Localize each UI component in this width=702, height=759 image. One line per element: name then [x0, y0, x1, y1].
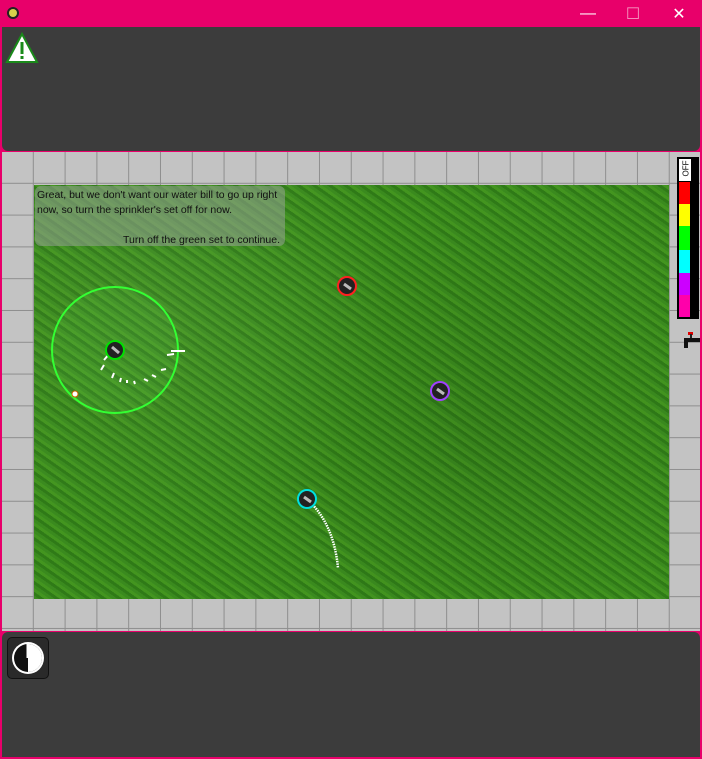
- top-panel: [2, 27, 700, 151]
- power-dial-icon: [12, 642, 44, 674]
- sprinkler-set-selector: OFF: [677, 157, 699, 319]
- faucet-icon[interactable]: [682, 330, 702, 350]
- yellow-set-swatch[interactable]: [679, 204, 690, 226]
- sprinkler-cyan[interactable]: [297, 489, 317, 509]
- sprinkler-purple[interactable]: [430, 381, 450, 401]
- warning-icon[interactable]: [5, 32, 39, 64]
- sprinkler-green[interactable]: [105, 340, 125, 360]
- power-button[interactable]: [7, 637, 49, 679]
- maximize-button[interactable]: ☐: [610, 0, 656, 27]
- bottom-panel: [2, 632, 700, 757]
- cyan-spray: [308, 500, 340, 569]
- tutorial-message: Great, but we don't want our water bill …: [35, 186, 285, 246]
- lawn: Great, but we don't want our water bill …: [34, 185, 669, 599]
- green-set-swatch[interactable]: [679, 226, 690, 250]
- red-set-swatch[interactable]: [679, 182, 690, 204]
- ring-marker: [71, 390, 79, 398]
- tutorial-instruction: Great, but we don't want our water bill …: [37, 189, 278, 216]
- cyan-set-swatch[interactable]: [679, 250, 690, 273]
- off-label: OFF: [681, 160, 691, 177]
- purple-set-swatch[interactable]: [679, 273, 690, 295]
- sprinkler-red[interactable]: [337, 276, 357, 296]
- pink-set-swatch[interactable]: [679, 295, 690, 317]
- off-button[interactable]: OFF: [678, 158, 692, 182]
- app-icon: [7, 7, 19, 19]
- yard-area: Great, but we don't want our water bill …: [2, 152, 700, 631]
- close-button[interactable]: ✕: [656, 0, 702, 27]
- minimize-button[interactable]: —: [565, 0, 611, 27]
- title-bar: — ☐ ✕: [0, 0, 702, 27]
- tutorial-objective: Turn off the green set to continue.: [122, 234, 280, 246]
